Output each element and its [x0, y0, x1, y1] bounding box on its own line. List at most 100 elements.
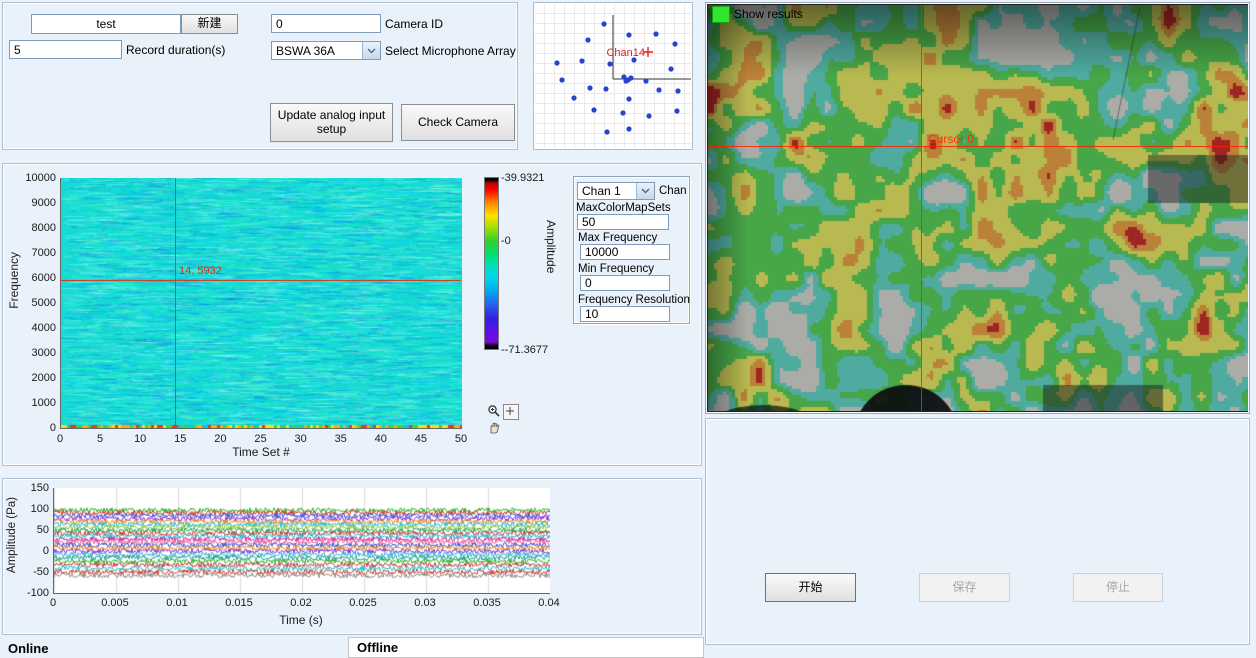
spectrogram-y-tick: 4000 [32, 322, 56, 334]
spectrogram-x-tick: 40 [375, 433, 387, 445]
microphone-array-value: BSWA 36A [272, 42, 362, 59]
zoom-tool-icon[interactable] [487, 404, 501, 418]
chan-select[interactable]: Chan 1 [577, 182, 655, 200]
camera-cursor-label: Cursor 0 [928, 132, 974, 146]
save-button: 保存 [919, 573, 1010, 602]
camera-cursor-hline[interactable] [708, 146, 1248, 147]
mic-position-dot [626, 126, 631, 131]
waveform-x-tick: 0.04 [538, 597, 559, 609]
chan-label: Chan [659, 185, 687, 197]
spectrogram-x-tick: 5 [97, 433, 103, 445]
spectrogram-y-tick: 3000 [32, 347, 56, 359]
waveform-x-tick: 0.02 [290, 597, 311, 609]
max-frequency-input[interactable]: 10000 [580, 244, 670, 260]
mic-position-dot [646, 113, 651, 118]
spectrogram-y-tick: 10000 [25, 172, 56, 184]
chan-select-value: Chan 1 [578, 183, 636, 199]
camera-image[interactable] [708, 5, 1248, 411]
analysis-controls-cluster: Chan 1 Chan MaxColorMapSets 50 Max Frequ… [573, 176, 690, 324]
spectrogram-x-tick: 15 [174, 433, 186, 445]
spectrogram-cursor-hline[interactable] [60, 280, 461, 281]
camera-id-input[interactable]: 0 [271, 14, 381, 33]
mic-position-dot [585, 37, 590, 42]
spectrogram-y-axis-label: Frequency [7, 252, 21, 309]
mic-position-dot [668, 66, 673, 71]
spectrogram-x-axis-label: Time Set # [232, 445, 290, 459]
waveform-x-tick: 0.025 [349, 597, 377, 609]
waveform-x-axis-label: Time (s) [279, 613, 323, 627]
waveform-y-tick: 100 [31, 503, 49, 515]
chevron-down-icon[interactable] [362, 42, 380, 59]
spectrogram-y-tick: 8000 [32, 222, 56, 234]
min-frequency-label: Min Frequency [578, 263, 654, 275]
mic-position-dot [603, 86, 608, 91]
chevron-down-icon[interactable] [636, 183, 654, 199]
status-offline-label: Offline [357, 640, 398, 655]
waveform-y-axis-label: Amplitude (Pa) [6, 497, 18, 573]
mic-position-dot [607, 61, 612, 66]
waveform-panel: Amplitude (Pa) Time (s) 150100500-50-100… [2, 478, 702, 635]
spectrogram-x-tick: 10 [134, 433, 146, 445]
spectrogram-y-tick: 5000 [32, 297, 56, 309]
waveform-y-tick: 0 [43, 545, 49, 557]
spectrogram-y-tick: 6000 [32, 272, 56, 284]
microphone-array-label: Select Microphone Array [385, 44, 516, 58]
spectrogram-panel: Frequency 14, 5932 -39.9321 -0 --71.3677… [2, 163, 702, 466]
pan-tool-icon[interactable] [487, 421, 501, 435]
spectrogram-y-tick: 2000 [32, 372, 56, 384]
spectrogram-y-tick: 9000 [32, 197, 56, 209]
spectrogram-x-tick: 30 [294, 433, 306, 445]
spectrogram-cursor-vline[interactable] [175, 178, 176, 428]
waveform-x-tick: 0.01 [166, 597, 187, 609]
frequency-resolution-input[interactable]: 10 [580, 306, 670, 322]
camera-cursor-vline[interactable] [921, 5, 922, 411]
mic-position-dot [571, 95, 576, 100]
status-online-label: Online [8, 641, 48, 656]
spectrogram-plot-area[interactable] [60, 178, 462, 429]
mic-position-dot [628, 75, 633, 80]
project-name-input[interactable]: test [31, 14, 181, 34]
spectrogram-x-tick: 25 [254, 433, 266, 445]
setup-panel: test 新建 5 Record duration(s) 0 Camera ID… [2, 2, 518, 150]
waveform-y-tick: -100 [27, 587, 49, 599]
show-results-checkbox[interactable] [712, 6, 730, 23]
update-analog-input-button[interactable]: Update analog input setup [270, 103, 393, 142]
cursor-tool-icon[interactable] [503, 404, 519, 420]
mic-position-dot [643, 78, 648, 83]
mic-position-dot [672, 41, 677, 46]
new-project-button[interactable]: 新建 [181, 14, 238, 34]
chan14-label: Chan14 [606, 47, 645, 59]
colorbar-mid-label: -0 [501, 235, 511, 247]
mic-position-dot [626, 32, 631, 37]
mic-position-dot [604, 129, 609, 134]
check-camera-button[interactable]: Check Camera [401, 104, 515, 141]
record-duration-input[interactable]: 5 [9, 40, 122, 59]
spectrogram-x-tick: 45 [415, 433, 427, 445]
waveform-x-tick: 0.03 [414, 597, 435, 609]
colorbar-min-label: --71.3677 [501, 344, 548, 356]
camera-view-panel: Cursor 0 Show results [705, 2, 1250, 414]
waveform-plot-area[interactable] [53, 488, 550, 594]
max-frequency-label: Max Frequency [578, 232, 657, 244]
microphone-array-select[interactable]: BSWA 36A [271, 41, 381, 60]
start-button[interactable]: 开始 [765, 573, 856, 602]
mic-array-scatter[interactable]: Chan14 [534, 3, 692, 149]
mic-position-dot [554, 60, 559, 65]
waveform-x-tick: 0.035 [473, 597, 501, 609]
colorbar-axis-label: Amplitude [544, 220, 558, 273]
actions-panel: 开始 保存 停止 [705, 418, 1250, 645]
max-colormap-input[interactable]: 50 [577, 214, 669, 230]
status-offline-box: Offline [348, 637, 704, 658]
waveform-y-tick: -50 [33, 566, 49, 578]
spectrogram-y-tick: 0 [50, 422, 56, 434]
waveform-x-tick: 0.015 [225, 597, 253, 609]
colorbar-max-label: -39.9321 [501, 172, 544, 184]
mic-position-dot [623, 78, 628, 83]
mic-position-dot [601, 21, 606, 26]
waveform-x-tick: 0 [50, 597, 56, 609]
mic-position-dot [620, 110, 625, 115]
min-frequency-input[interactable]: 0 [580, 275, 670, 291]
mic-position-dot [675, 88, 680, 93]
mic-position-dot [656, 87, 661, 92]
mic-position-dot [579, 58, 584, 63]
